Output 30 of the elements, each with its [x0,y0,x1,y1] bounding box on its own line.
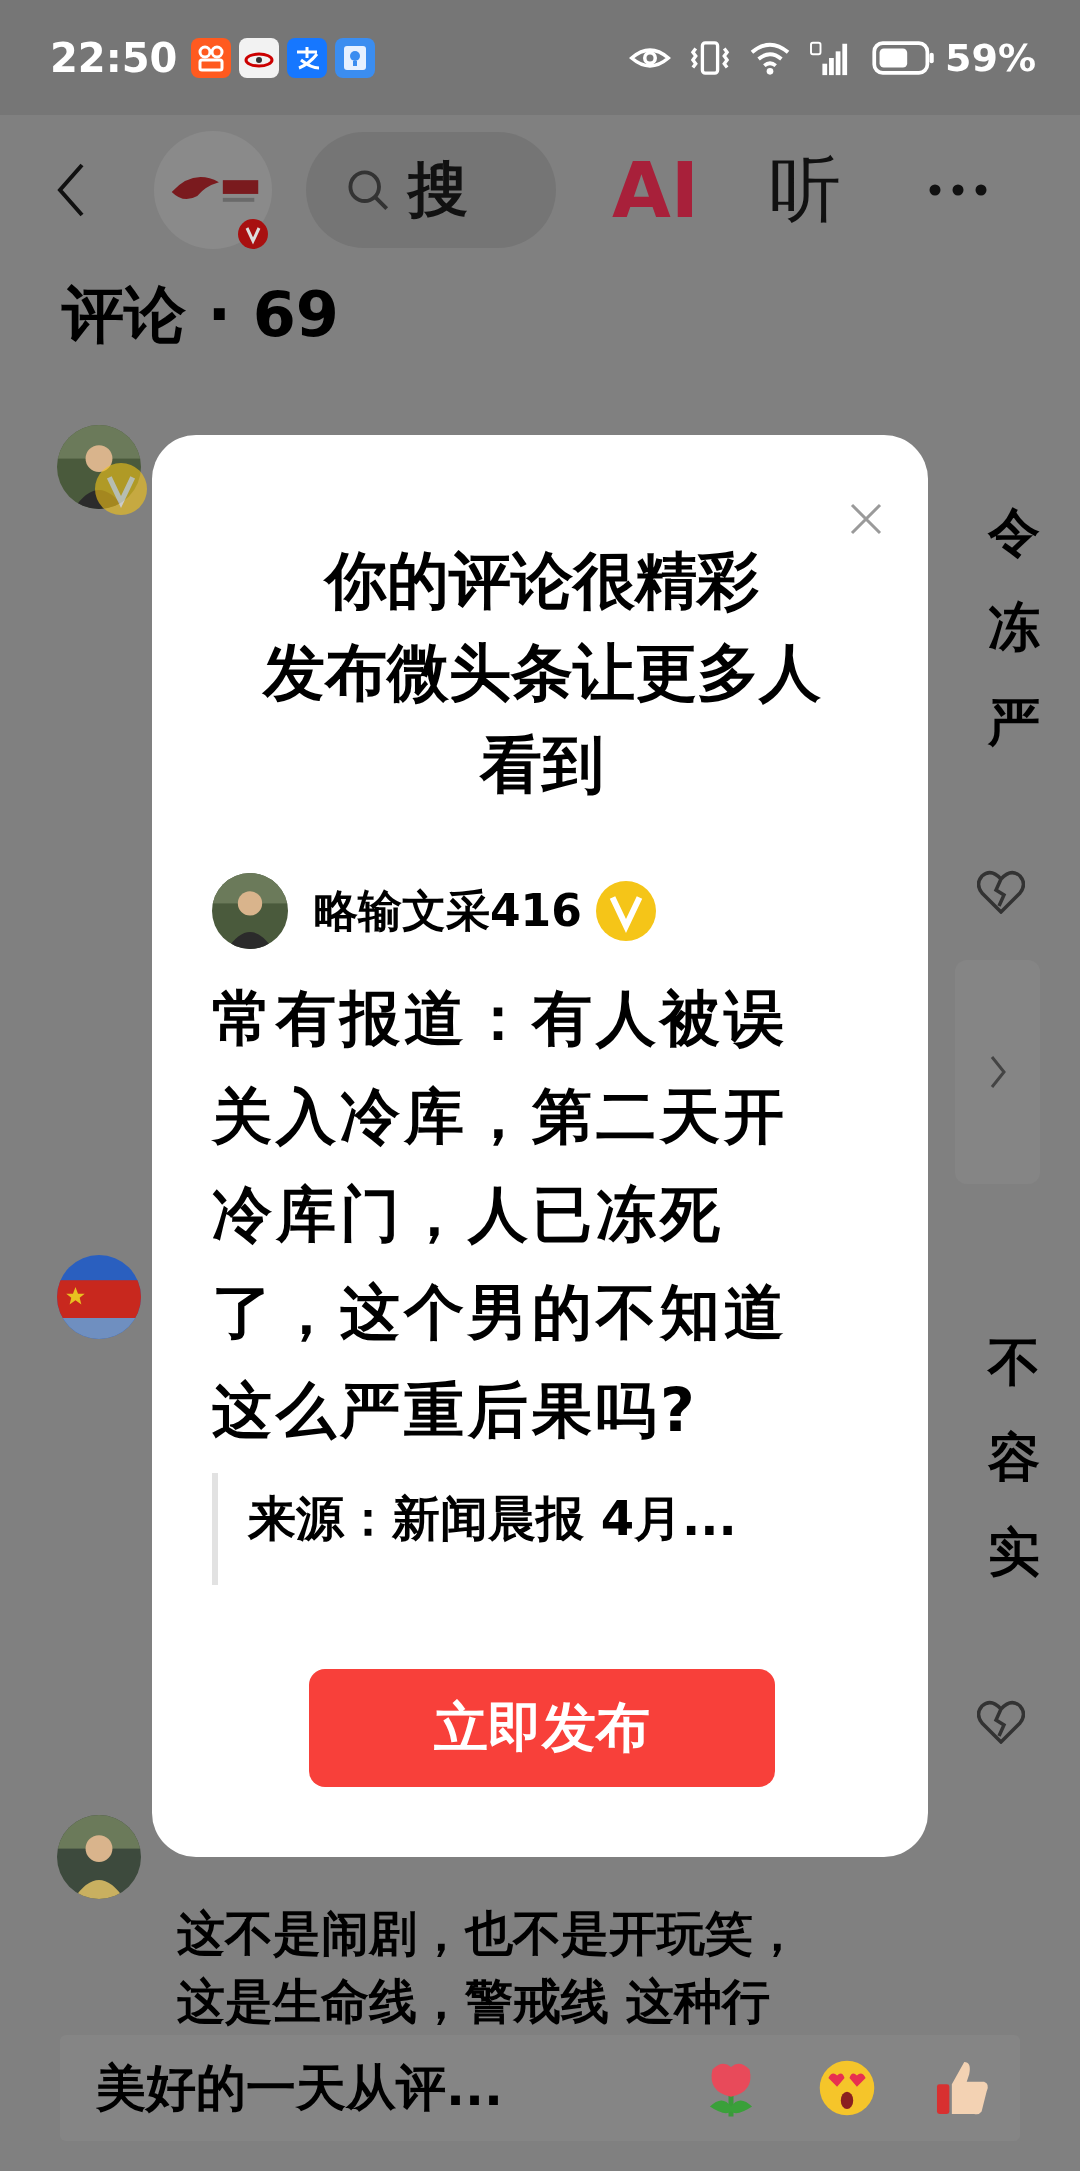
comment-text: 实 [988,1521,1040,1584]
listen-button[interactable]: 听 [769,142,842,238]
comments-heading: 评论 · 69 [60,277,340,353]
comment-text: 这不是闹剧，也不是开玩笑， [177,1904,802,1963]
comment-text: 不 [988,1331,1040,1394]
broken-heart-icon[interactable] [977,1700,1025,1744]
author-name: 略输文采416 [314,883,582,938]
source-text: 来源：新闻晨报 4月... [248,1490,737,1546]
comment-text: 容 [988,1426,1040,1489]
comment-text: 令 [988,501,1040,564]
post-text: 常有报道：有人被误关入冷库，第二天开冷库门，人已冻死了，这个男的不知道这么严重后果吗? [212,982,789,1447]
broken-heart-icon[interactable] [977,870,1025,914]
comment-text: 冻 [988,596,1040,659]
comment-field[interactable]: 美好的一天从评... [96,2059,646,2117]
comment-text: 严 [988,691,1040,754]
publish-button[interactable]: 立即发布 [309,1669,775,1787]
close-icon[interactable] [850,503,882,535]
dialog-title: 发布微头条让更多人看到 [261,635,822,803]
battery-level: 59% [945,35,1036,80]
dialog-title: 你的评论很精彩 [322,543,760,619]
search-field[interactable]: 搜 [306,132,556,248]
comment-text: 这是生命线，警戒线 这种行 [177,1972,771,2031]
back-icon[interactable] [56,162,86,218]
wallet-app-icon [287,37,328,78]
eye-app-icon [239,37,280,78]
clock: 22:50 [50,34,178,81]
search-icon [346,168,390,212]
vibrate-icon [689,38,732,77]
comment-bar[interactable]: 美好的一天从评... [60,2035,1020,2141]
video-app-icon [191,37,232,78]
